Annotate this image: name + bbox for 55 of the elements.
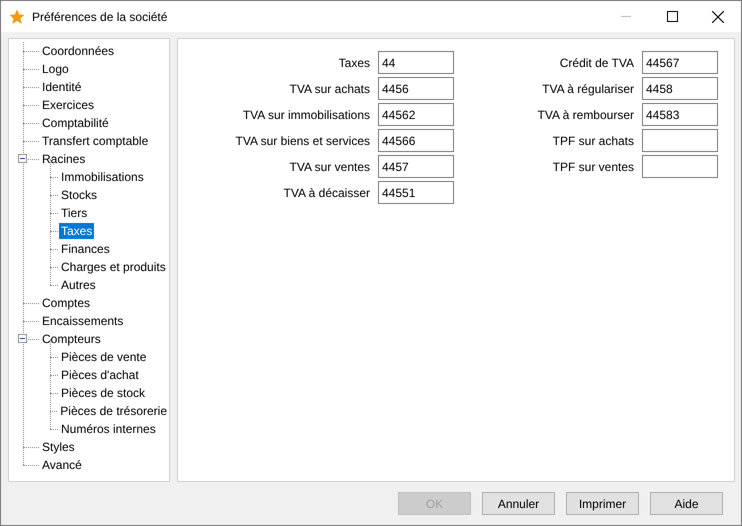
- input-field[interactable]: [642, 129, 718, 152]
- tree-item[interactable]: Pièces de trésorerie: [58, 403, 169, 419]
- tree-item[interactable]: Pièces de stock: [59, 385, 148, 401]
- input-field[interactable]: 44551: [378, 181, 454, 204]
- tree-item[interactable]: Tiers: [59, 205, 90, 221]
- field-label: TVA à décaisser: [282, 186, 370, 200]
- input-field[interactable]: 4457: [378, 155, 454, 178]
- dialog-button[interactable]: Annuler: [482, 492, 555, 515]
- field-label: TVA sur achats: [288, 82, 370, 96]
- tree-item[interactable]: Taxes: [59, 223, 94, 239]
- window-title: Préférences de la société: [32, 10, 168, 24]
- tree-item[interactable]: Numéros internes: [59, 421, 158, 437]
- input-field[interactable]: 44: [378, 51, 454, 74]
- field-label: TVA à régulariser: [541, 82, 634, 96]
- collapse-icon[interactable]: [18, 334, 27, 343]
- input-field[interactable]: [642, 155, 718, 178]
- field-label: TVA sur ventes: [288, 160, 370, 174]
- tree-item[interactable]: Comptes: [40, 295, 92, 311]
- field-label: TPF sur ventes: [552, 160, 634, 174]
- maximize-icon[interactable]: [666, 11, 678, 22]
- tree-item[interactable]: Finances: [59, 241, 112, 257]
- tree-item[interactable]: Pièces d'achat: [59, 367, 141, 383]
- input-field[interactable]: 4456: [378, 77, 454, 100]
- tree-item[interactable]: Identité: [40, 79, 84, 95]
- input-field[interactable]: 44562: [378, 103, 454, 126]
- field-label: TVA à rembourser: [536, 108, 634, 122]
- tree-item[interactable]: Immobilisations: [59, 169, 146, 185]
- tree-item[interactable]: Transfert comptable: [40, 133, 150, 149]
- field-label: Crédit de TVA: [558, 56, 634, 70]
- tree-item[interactable]: Stocks: [59, 187, 100, 203]
- tree-item[interactable]: Compteurs: [40, 331, 103, 347]
- input-field[interactable]: 44567: [642, 51, 718, 74]
- input-field[interactable]: 44566: [378, 129, 454, 152]
- tree-item[interactable]: Pièces de vente: [59, 349, 148, 365]
- tree-item[interactable]: Coordonnées: [40, 43, 116, 59]
- dialog-button[interactable]: Imprimer: [566, 492, 639, 515]
- tree-item[interactable]: Comptabilité: [40, 115, 111, 131]
- tree-item[interactable]: Encaissements: [40, 313, 126, 329]
- tree-item[interactable]: Styles: [40, 439, 77, 455]
- tree-item[interactable]: Exercices: [40, 97, 96, 113]
- field-label: TVA sur immobilisations: [242, 108, 370, 122]
- field-label: TVA sur biens et services: [234, 134, 370, 148]
- tree-item[interactable]: Autres: [59, 277, 98, 293]
- tree-item[interactable]: Logo: [40, 61, 71, 77]
- tree-item[interactable]: Racines: [40, 151, 88, 167]
- dialog-button[interactable]: Aide: [650, 492, 723, 515]
- collapse-icon[interactable]: [18, 154, 27, 163]
- field-label: Taxes: [338, 56, 370, 70]
- close-icon[interactable]: [712, 10, 724, 22]
- field-label: TPF sur achats: [552, 134, 634, 148]
- tree-item[interactable]: Charges et produits: [59, 259, 168, 275]
- input-field[interactable]: 44583: [642, 103, 718, 126]
- star-icon: [9, 8, 25, 24]
- tree-item[interactable]: Avancé: [40, 457, 84, 473]
- input-field[interactable]: 4458: [642, 77, 718, 100]
